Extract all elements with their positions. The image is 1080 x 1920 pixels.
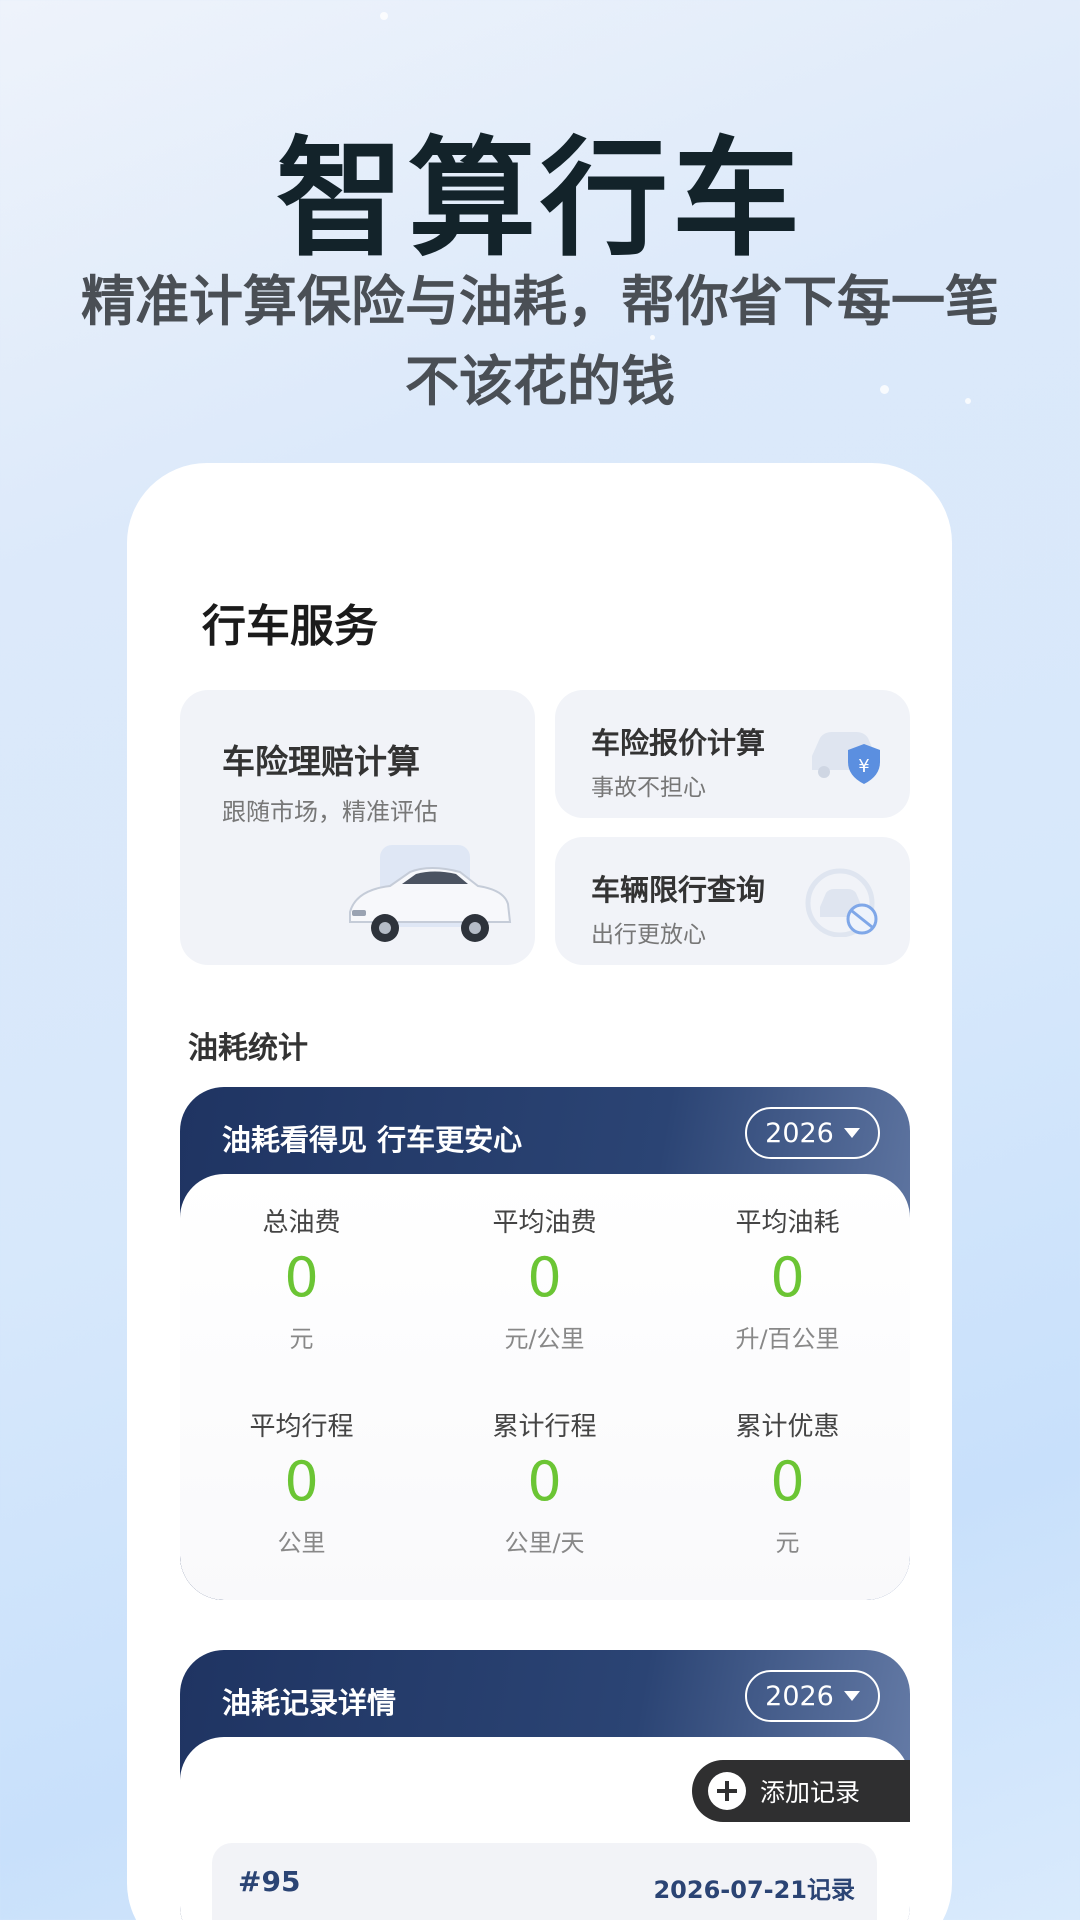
stat-avg-trip: 平均行程 0 公里 xyxy=(180,1406,423,1558)
stat-unit: 公里/天 xyxy=(504,1529,585,1557)
year-select-value: 2026 xyxy=(765,1680,834,1712)
fuel-stats-title: 油耗统计 xyxy=(188,1031,308,1066)
car-shield-yen-icon: ¥ xyxy=(812,732,880,784)
add-record-button[interactable]: 添加记录 xyxy=(692,1760,910,1822)
fuel-stats-header: 油耗看得见 行车更安心 xyxy=(222,1123,523,1157)
stat-total-discount: 累计优惠 0 元 xyxy=(666,1406,909,1558)
stat-unit: 元 xyxy=(775,1529,800,1557)
stat-unit: 元/公里 xyxy=(504,1325,585,1353)
service-title: 车险报价计算 xyxy=(591,726,766,760)
chevron-down-icon xyxy=(843,1128,860,1138)
record-row[interactable]: #95 2026-07-21记录 xyxy=(212,1843,877,1920)
fuel-records-header: 油耗记录详情 xyxy=(222,1686,397,1720)
stat-total-trip: 累计行程 0 公里/天 xyxy=(423,1406,666,1558)
service-subtitle: 事故不担心 xyxy=(591,775,706,801)
stat-label: 累计优惠 xyxy=(735,1412,840,1442)
records-year-select[interactable]: 2026 xyxy=(745,1670,880,1722)
stat-avg-fuel-consumption: 平均油耗 0 升/百公里 xyxy=(666,1202,909,1354)
stat-label: 累计行程 xyxy=(492,1412,597,1442)
hero-title: 智算行车 xyxy=(275,125,804,274)
stat-value: 0 xyxy=(284,1246,319,1309)
stat-label: 平均油耗 xyxy=(735,1208,840,1238)
record-date: 2026-07-21记录 xyxy=(653,1876,855,1904)
stat-value: 0 xyxy=(284,1450,319,1513)
service-subtitle: 出行更放心 xyxy=(591,922,706,948)
stat-unit: 公里 xyxy=(277,1529,326,1557)
fuel-stats-body: 总油费 0 元 平均油费 0 元/公里 平均油耗 0 升/百公里 平均行程 0 … xyxy=(180,1174,910,1600)
car-photo xyxy=(349,845,512,942)
service-title: 车辆限行查询 xyxy=(591,873,766,907)
add-record-label: 添加记录 xyxy=(760,1778,861,1807)
stat-label: 平均油费 xyxy=(492,1208,597,1238)
stat-label: 总油费 xyxy=(262,1208,341,1238)
year-select-value: 2026 xyxy=(765,1117,834,1149)
stat-label: 平均行程 xyxy=(249,1412,354,1442)
stat-avg-fuel-cost: 平均油费 0 元/公里 xyxy=(423,1202,666,1354)
service-subtitle: 跟随市场，精准评估 xyxy=(222,798,438,826)
hero-subtitle-line-2: 不该花的钱 xyxy=(405,350,675,413)
stat-value: 0 xyxy=(770,1450,805,1513)
stat-unit: 元 xyxy=(289,1325,314,1353)
service-card-claim-calc[interactable]: 车险理赔计算 跟随市场，精准评估 xyxy=(180,690,535,965)
stat-value: 0 xyxy=(527,1450,562,1513)
svg-text:¥: ¥ xyxy=(858,756,869,777)
services-section-title: 行车服务 xyxy=(202,601,378,652)
stat-value: 0 xyxy=(527,1246,562,1309)
fuel-stats-panel: 油耗看得见 行车更安心 2026 总油费 0 元 平均油费 0 元/公里 平均油… xyxy=(180,1087,910,1600)
sparkle-decoration xyxy=(380,12,388,20)
hero-subtitle-line-1: 精准计算保险与油耗，帮你省下每一笔 xyxy=(81,270,999,333)
service-title: 车险理赔计算 xyxy=(222,742,420,781)
service-card-restriction-query[interactable]: 车辆限行查询 出行更放心 xyxy=(555,837,910,965)
car-restricted-icon xyxy=(805,868,878,937)
record-number: #95 xyxy=(238,1865,301,1898)
plus-icon xyxy=(708,1772,746,1810)
stat-total-fuel-cost: 总油费 0 元 xyxy=(180,1202,423,1354)
hero-subtitle: 精准计算保险与油耗，帮你省下每一笔 不该花的钱 xyxy=(60,262,1020,422)
year-select[interactable]: 2026 xyxy=(745,1107,880,1159)
chevron-down-icon xyxy=(843,1691,860,1701)
stat-value: 0 xyxy=(770,1246,805,1309)
stat-unit: 升/百公里 xyxy=(735,1325,840,1353)
service-card-quote-calc[interactable]: 车险报价计算 事故不担心 ¥ xyxy=(555,690,910,818)
